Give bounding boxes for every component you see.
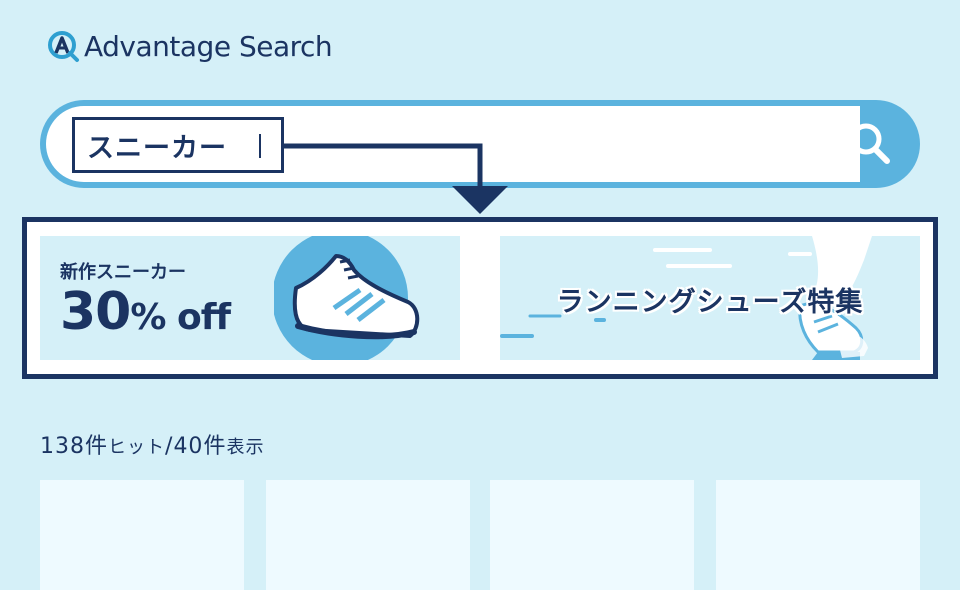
shown-count: 40	[173, 434, 204, 459]
magnifier-logo-icon	[48, 31, 79, 62]
hit-label: ヒット	[108, 437, 166, 458]
logo-text: Advantage Search	[84, 29, 333, 63]
search-query-text: スニーカー	[87, 132, 227, 164]
banner-new-sneakers[interactable]: 新作スニーカー 30% off	[40, 236, 460, 360]
result-card[interactable]	[716, 480, 920, 590]
off-text: off	[165, 297, 231, 338]
banner-running-shoes[interactable]: ランニングシューズ特集	[500, 236, 920, 360]
banner-subtitle: 新作スニーカー	[60, 262, 186, 283]
result-card[interactable]	[266, 480, 470, 590]
sneaker-icon	[274, 236, 420, 360]
shown-label: 表示	[226, 437, 265, 458]
text-caret	[259, 134, 261, 158]
search-icon	[850, 123, 890, 164]
banner-headline: 30% off	[60, 282, 231, 342]
result-card[interactable]	[490, 480, 694, 590]
total-count: 138	[40, 434, 85, 459]
shown-unit: 件	[203, 434, 227, 459]
result-count: 138件ヒット/40件表示	[40, 428, 264, 460]
discount-number: 30	[60, 282, 131, 342]
result-card[interactable]	[40, 480, 244, 590]
query-highlight[interactable]: スニーカー	[72, 117, 284, 173]
banner-title: ランニングシューズ特集	[556, 287, 864, 318]
search-button[interactable]	[820, 100, 920, 188]
app-logo[interactable]: Advantage Search	[46, 26, 333, 66]
total-unit: 件	[85, 434, 109, 459]
percent-sign: %	[130, 297, 166, 338]
